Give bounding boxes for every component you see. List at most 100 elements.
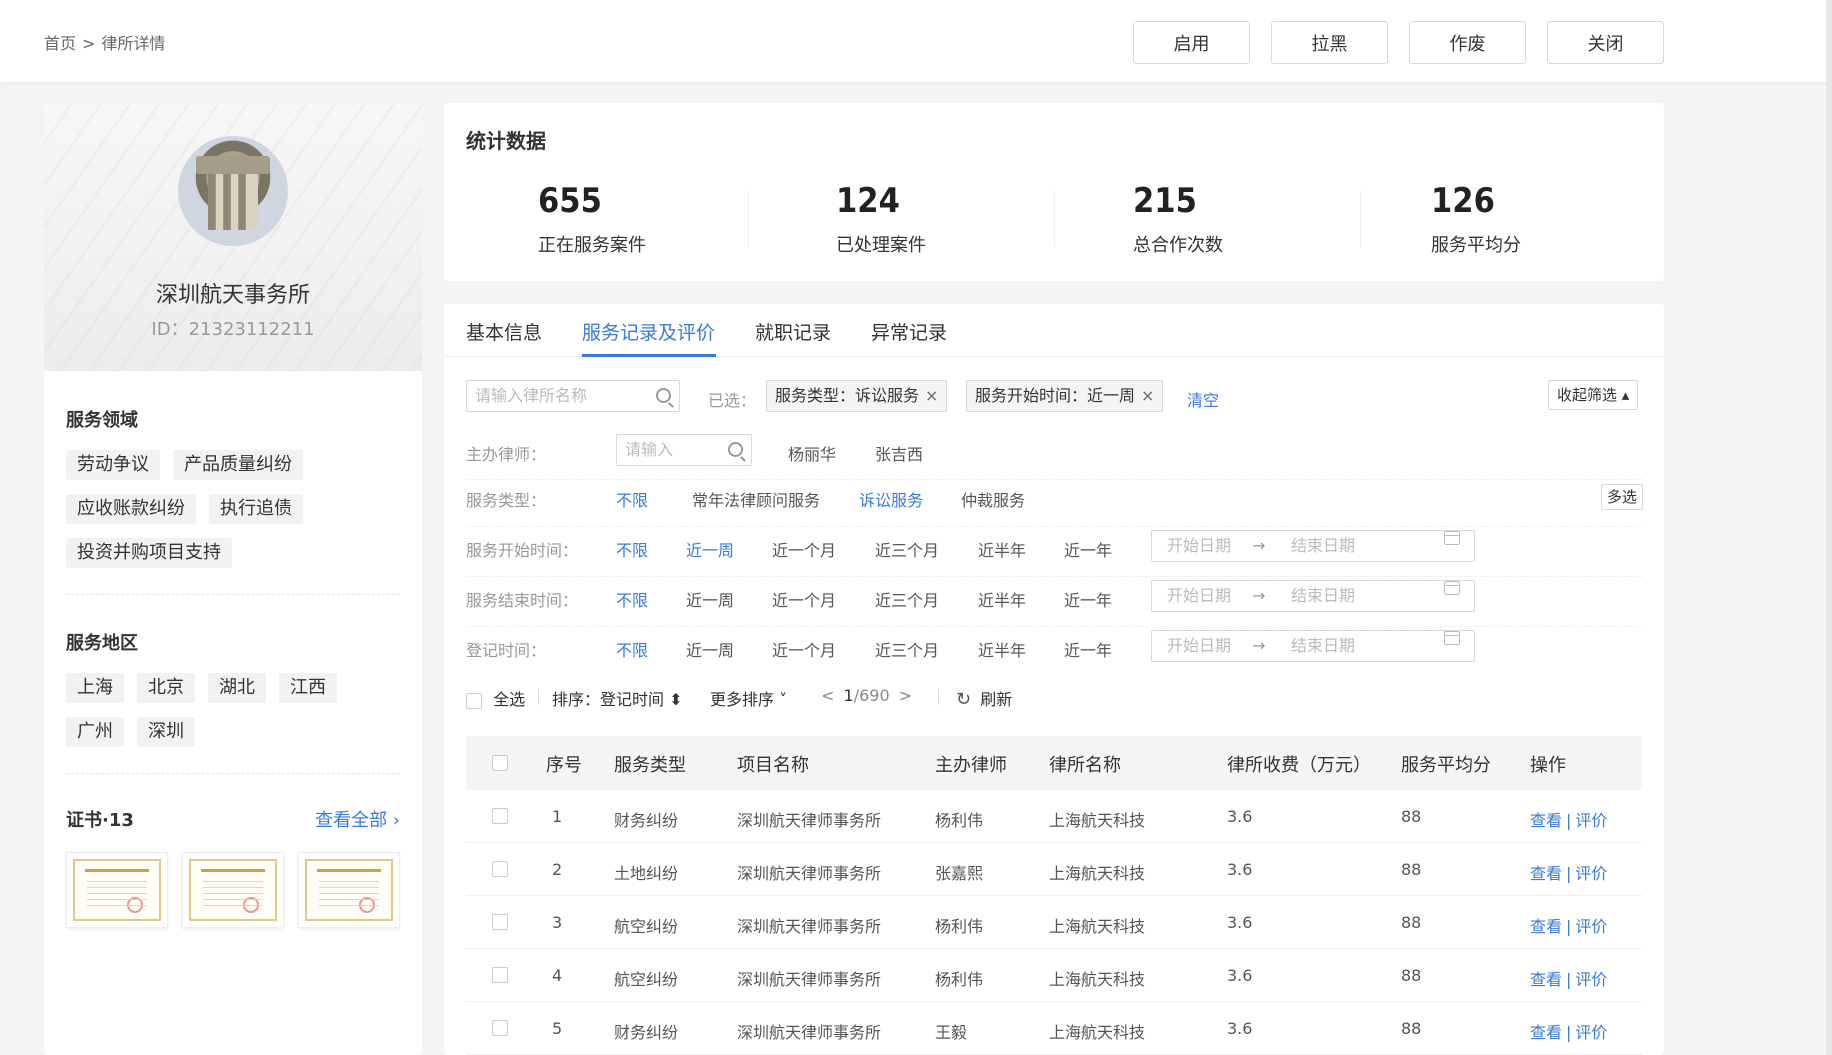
tab-employment-records[interactable]: 就职记录 xyxy=(755,318,831,345)
pager: < 1/690 > xyxy=(821,686,912,705)
tab-abnormal-records[interactable]: 异常记录 xyxy=(871,318,947,345)
search-icon[interactable] xyxy=(656,388,671,403)
start-period-month[interactable]: 近一个月 xyxy=(772,537,836,561)
registration-date-range-picker[interactable]: 开始日期 → 结束日期 xyxy=(1151,630,1475,662)
type-option-litigation[interactable]: 诉讼服务 xyxy=(859,487,923,511)
rate-link[interactable]: 评价 xyxy=(1575,811,1607,830)
row-checkbox[interactable] xyxy=(492,861,508,877)
view-link[interactable]: 查看 xyxy=(1530,1023,1562,1042)
cell-project-name: 深圳航天律师事务所 xyxy=(737,864,882,883)
table-header: 序号 服务类型 项目名称 主办律师 律所名称 律所收费（万元） 服务平均分 操作 xyxy=(466,736,1642,790)
header-checkbox[interactable] xyxy=(492,755,508,771)
region-tag: 深圳 xyxy=(137,717,195,747)
pager-prev-button[interactable]: < xyxy=(821,686,834,705)
enable-button[interactable]: 启用 xyxy=(1133,21,1250,64)
type-option-any[interactable]: 不限 xyxy=(616,487,648,511)
start-period-quarter[interactable]: 近三个月 xyxy=(875,537,939,561)
lawyer-option[interactable]: 杨丽华 xyxy=(788,441,836,465)
cell-project-name: 深圳航天律师事务所 xyxy=(737,970,882,989)
more-sort-dropdown[interactable]: 更多排序 ˅ xyxy=(710,686,787,710)
rate-link[interactable]: 评价 xyxy=(1575,970,1607,989)
action-separator: | xyxy=(1566,811,1572,830)
start-period-half-year[interactable]: 近半年 xyxy=(978,537,1026,561)
cell-lead-lawyer: 张嘉熙 xyxy=(935,864,984,883)
cell-index: 1 xyxy=(552,807,563,826)
start-period-year[interactable]: 近一年 xyxy=(1064,537,1112,561)
breadcrumb-home[interactable]: 首页 xyxy=(44,34,76,53)
sort-dropdown[interactable]: 排序：登记时间 ⬍ xyxy=(552,686,683,710)
close-icon[interactable]: × xyxy=(925,386,938,405)
stat-label: 服务平均分 xyxy=(1431,235,1521,256)
view-link[interactable]: 查看 xyxy=(1530,864,1562,883)
close-button[interactable]: 关闭 xyxy=(1547,21,1664,64)
top-bar: 首页 > 律所详情 启用 拉黑 作废 关闭 xyxy=(0,0,1832,82)
view-link[interactable]: 查看 xyxy=(1530,811,1562,830)
end-date-range-picker[interactable]: 开始日期 → 结束日期 xyxy=(1151,580,1475,612)
service-areas-tags: 劳动争议 产品质量纠纷 应收账款纠纷 执行追债 投资并购项目支持 xyxy=(66,450,400,568)
cell-average-score: 88 xyxy=(1401,807,1422,826)
certificate-thumbnail[interactable] xyxy=(298,852,400,928)
end-period-quarter[interactable]: 近三个月 xyxy=(875,587,939,611)
refresh-button[interactable]: ↻ 刷新 xyxy=(956,686,1012,710)
pager-total: /690 xyxy=(853,686,890,705)
reg-period-quarter[interactable]: 近三个月 xyxy=(875,637,939,661)
end-period-week[interactable]: 近一周 xyxy=(686,587,734,611)
reg-period-week[interactable]: 近一周 xyxy=(686,637,734,661)
select-all[interactable]: 全选 xyxy=(466,686,525,710)
pager-next-button[interactable]: > xyxy=(899,686,912,705)
start-period-any[interactable]: 不限 xyxy=(616,537,648,561)
multi-select-button[interactable]: 多选 xyxy=(1601,484,1644,510)
row-checkbox[interactable] xyxy=(492,914,508,930)
row-checkbox[interactable] xyxy=(492,808,508,824)
lawyer-search-input[interactable]: 请输入 xyxy=(616,434,752,466)
end-period-year[interactable]: 近一年 xyxy=(1064,587,1112,611)
select-all-checkbox[interactable] xyxy=(466,692,482,709)
rate-link[interactable]: 评价 xyxy=(1575,864,1607,883)
lawyer-option[interactable]: 张吉西 xyxy=(875,441,923,465)
page-scrollbar[interactable] xyxy=(1826,0,1832,1055)
rate-link[interactable]: 评价 xyxy=(1575,917,1607,936)
certificate-thumbnail[interactable] xyxy=(182,852,284,928)
close-icon[interactable]: × xyxy=(1141,386,1154,405)
reg-period-any[interactable]: 不限 xyxy=(616,637,648,661)
rate-link[interactable]: 评价 xyxy=(1575,1023,1607,1042)
search-icon[interactable] xyxy=(728,442,743,457)
action-separator: | xyxy=(1566,1023,1572,1042)
column-header-project-name: 项目名称 xyxy=(737,755,809,776)
type-option-counsel[interactable]: 常年法律顾问服务 xyxy=(692,487,820,511)
cell-firm-name: 上海航天科技 xyxy=(1049,1023,1146,1042)
action-separator: | xyxy=(1566,864,1572,883)
table-row: 4 航空纠纷 深圳航天律师事务所 杨利伟 上海航天科技 3.6 88 查看 | 评价 xyxy=(466,949,1642,1002)
row-checkbox[interactable] xyxy=(492,1020,508,1036)
type-option-arbitration[interactable]: 仲裁服务 xyxy=(961,487,1025,511)
reg-period-month[interactable]: 近一个月 xyxy=(772,637,836,661)
tab-service-records[interactable]: 服务记录及评价 xyxy=(582,318,715,345)
reg-period-year[interactable]: 近一年 xyxy=(1064,637,1112,661)
firm-id: ID：21323112211 xyxy=(151,319,315,340)
firm-search-input[interactable]: 请输入律所名称 xyxy=(466,380,680,412)
toolbar-divider xyxy=(938,689,939,705)
clear-filters-link[interactable]: 清空 xyxy=(1187,387,1219,411)
row-checkbox[interactable] xyxy=(492,967,508,983)
cell-firm-name: 上海航天科技 xyxy=(1049,917,1146,936)
collapse-filters-button[interactable]: 收起筛选 ▴ xyxy=(1548,380,1639,410)
end-period-month[interactable]: 近一个月 xyxy=(772,587,836,611)
calendar-icon xyxy=(1444,581,1460,595)
certificate-thumbnail[interactable] xyxy=(66,852,168,928)
view-all-certs-link[interactable]: 查看全部 › xyxy=(315,806,400,832)
void-button[interactable]: 作废 xyxy=(1409,21,1526,64)
end-period-any[interactable]: 不限 xyxy=(616,587,648,611)
blacklist-button[interactable]: 拉黑 xyxy=(1271,21,1388,64)
view-link[interactable]: 查看 xyxy=(1530,970,1562,989)
end-period-half-year[interactable]: 近半年 xyxy=(978,587,1026,611)
start-date-range-picker[interactable]: 开始日期 → 结束日期 xyxy=(1151,530,1475,562)
start-period-week[interactable]: 近一周 xyxy=(686,537,734,561)
tab-basic-info[interactable]: 基本信息 xyxy=(466,318,542,345)
service-area-tag: 执行追债 xyxy=(209,494,303,524)
section-divider xyxy=(66,773,400,774)
reg-period-half-year[interactable]: 近半年 xyxy=(978,637,1026,661)
service-area-tag: 投资并购项目支持 xyxy=(66,538,232,568)
region-tag: 北京 xyxy=(137,673,195,703)
cell-index: 4 xyxy=(552,966,563,985)
view-link[interactable]: 查看 xyxy=(1530,917,1562,936)
